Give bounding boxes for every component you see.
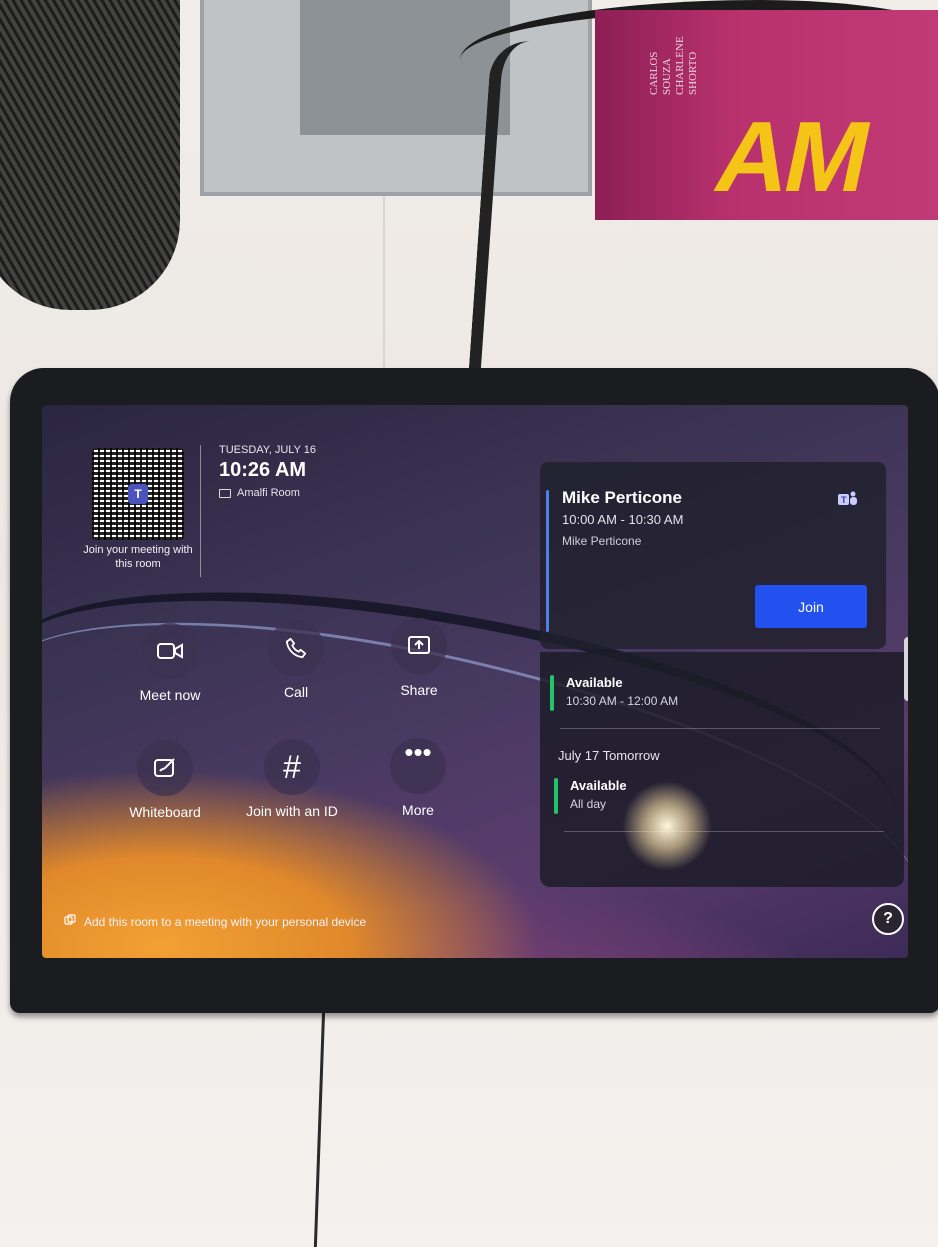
share-button[interactable]: Share: [359, 618, 479, 698]
available-indicator: [554, 778, 558, 814]
free-slot-time: All day: [570, 797, 607, 811]
current-date: TUESDAY, JULY 16: [219, 444, 317, 456]
join-with-id-label: Join with an ID: [246, 803, 338, 819]
mesh-pen-cup: [0, 0, 180, 310]
meet-now-button[interactable]: Meet now: [110, 623, 230, 703]
help-button[interactable]: ?: [872, 903, 904, 935]
call-label: Call: [283, 684, 309, 700]
header-divider: [200, 445, 201, 577]
join-with-id-button[interactable]: # Join with an ID: [232, 739, 352, 819]
light-glare: [622, 781, 712, 871]
room-name-label: Amalfi Room: [237, 487, 300, 499]
meeting-organizer: Mike Perticone: [562, 534, 642, 548]
call-button[interactable]: Call: [236, 620, 356, 700]
teams-meeting-icon: T: [838, 490, 858, 508]
meet-now-label: Meet now: [139, 687, 201, 703]
hash-icon: #: [264, 739, 320, 795]
slot-divider: [564, 831, 884, 832]
room-panel-screen: T Join your meeting with this room TUESD…: [42, 405, 908, 958]
qr-code[interactable]: T: [92, 448, 184, 540]
whiteboard-icon: [137, 740, 193, 796]
phone-icon: [268, 620, 324, 676]
meeting-time: 10:00 AM - 10:30 AM: [562, 512, 684, 527]
more-button[interactable]: ••• More: [358, 738, 478, 818]
next-day-heading: July 17 Tomorrow: [558, 748, 660, 763]
meeting-title: Mike Perticone: [562, 488, 682, 507]
available-indicator: [550, 675, 554, 711]
whiteboard-label: Whiteboard: [129, 804, 201, 820]
personal-device-icon: [64, 914, 76, 929]
room-display-icon: [219, 488, 231, 498]
meeting-accent-bar: [546, 490, 549, 632]
book-author-text: CARLOS SOUZA CHARLENE SHORTO: [648, 36, 699, 95]
more-label: More: [402, 802, 434, 818]
footer-hint[interactable]: Add this room to a meeting with your per…: [64, 914, 366, 929]
share-label: Share: [400, 682, 438, 698]
join-button[interactable]: Join: [755, 585, 867, 628]
free-slot-title: Available: [566, 675, 623, 690]
calendar-panel: Mike Perticone 10:00 AM - 10:30 AM Mike …: [540, 462, 906, 889]
slot-divider: [560, 728, 880, 729]
desk-seam-upper: [383, 180, 385, 370]
panel-scroll-handle[interactable]: [904, 637, 908, 701]
current-time: 10:26 AM: [219, 459, 307, 481]
whiteboard-button[interactable]: Whiteboard: [105, 740, 225, 820]
schedule-list: Available 10:30 AM - 12:00 AM July 17 To…: [540, 652, 904, 887]
qr-caption: Join your meeting with this room: [83, 544, 193, 570]
book-title-text: AM: [706, 101, 878, 213]
teams-logo-icon: T: [128, 484, 148, 504]
footer-hint-text: Add this room to a meeting with your per…: [84, 914, 367, 929]
share-screen-icon: [391, 618, 447, 674]
more-dots-icon: •••: [390, 738, 446, 794]
video-camera-icon: [142, 623, 198, 679]
svg-text:T: T: [841, 495, 847, 505]
room-name: Amalfi Room: [219, 487, 300, 499]
free-slot-time: 10:30 AM - 12:00 AM: [566, 694, 679, 708]
meeting-card[interactable]: Mike Perticone 10:00 AM - 10:30 AM Mike …: [540, 462, 886, 649]
free-slot-title: Available: [570, 778, 627, 793]
